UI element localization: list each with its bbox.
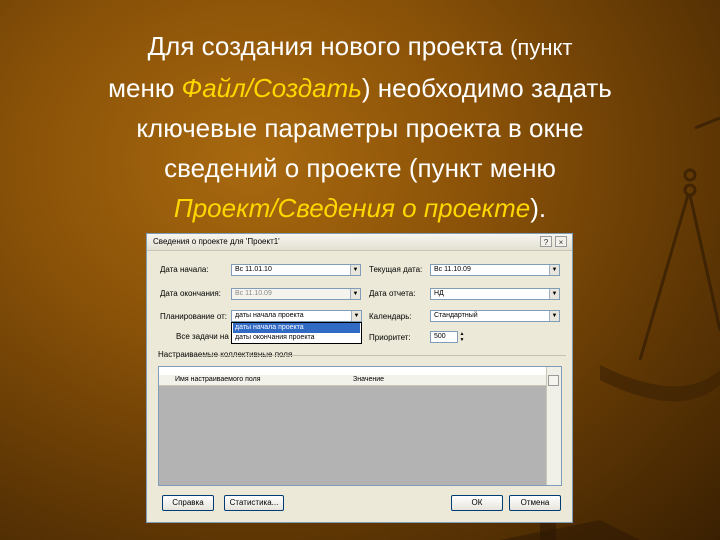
- grid-body[interactable]: [159, 386, 547, 485]
- slide-title: Для создания нового проекта (пункт меню …: [30, 26, 690, 228]
- schedule-from-select[interactable]: даты начала проекта ▼: [231, 310, 362, 322]
- priority-value: 500: [434, 333, 446, 340]
- all-tasks-label: Все задачи на: [176, 332, 229, 341]
- title-line1-main: Для создания нового проекта: [147, 31, 511, 61]
- current-date-field[interactable]: Вс 11.10.09 ▼: [430, 264, 560, 276]
- title-line2-pre: меню: [108, 73, 182, 103]
- ok-button[interactable]: ОК: [451, 495, 503, 511]
- chevron-down-icon[interactable]: ▼: [549, 289, 559, 299]
- chevron-down-icon[interactable]: ▼: [549, 265, 559, 275]
- chevron-down-icon[interactable]: ▼: [351, 311, 361, 321]
- dialog-titlebar: Сведения о проекте для 'Проект1' ? ×: [147, 234, 572, 251]
- finish-date-value: Вс 11.10.09: [235, 290, 272, 297]
- title-line1-small: (пункт: [510, 35, 573, 60]
- chevron-down-icon[interactable]: ▼: [350, 265, 360, 275]
- title-line2-post: ) необходимо задать: [361, 73, 612, 103]
- help-button[interactable]: Справка: [162, 495, 214, 511]
- start-date-value: Вс 11.01.10: [235, 266, 272, 273]
- menu-path-project-info: Проект/Сведения о проекте: [173, 193, 531, 223]
- schedule-from-label: Планирование от:: [160, 312, 227, 321]
- col-value-header: Значение: [353, 376, 385, 383]
- title-line5-post: ).: [530, 193, 547, 223]
- cancel-button[interactable]: Отмена: [509, 495, 561, 511]
- option-finish-date[interactable]: даты окончания проекта: [233, 333, 360, 343]
- status-date-value: НД: [434, 290, 444, 297]
- priority-field[interactable]: 500: [430, 331, 458, 343]
- title-line4: сведений о проекте (пункт меню: [164, 153, 556, 183]
- schedule-from-value: даты начала проекта: [235, 312, 304, 319]
- chevron-down-icon[interactable]: ▼: [350, 289, 360, 299]
- calendar-value: Стандартный: [434, 312, 478, 319]
- finish-date-field[interactable]: Вс 11.10.09 ▼: [231, 288, 361, 300]
- priority-label: Приоритет:: [369, 333, 411, 342]
- chevron-down-icon[interactable]: ▼: [549, 311, 559, 321]
- current-date-label: Текущая дата:: [369, 265, 423, 274]
- finish-date-label: Дата окончания:: [160, 289, 221, 298]
- calendar-label: Календарь:: [369, 312, 412, 321]
- scroll-up-icon[interactable]: [548, 375, 559, 386]
- custom-fields-grid[interactable]: Имя настраиваемого поля Значение: [158, 366, 562, 486]
- dialog-title: Сведения о проекте для 'Проект1': [153, 237, 280, 246]
- menu-path-file-create: Файл/Создать: [181, 73, 362, 103]
- calendar-select[interactable]: Стандартный ▼: [430, 310, 560, 322]
- priority-stepper[interactable]: 500 ▲ ▼: [430, 331, 466, 343]
- grid-header: Имя настраиваемого поля Значение: [159, 375, 547, 386]
- status-date-label: Дата отчета:: [369, 289, 416, 298]
- grid-scrollbar[interactable]: [546, 367, 561, 485]
- start-date-field[interactable]: Вс 11.01.10 ▼: [231, 264, 361, 276]
- statistics-button[interactable]: Статистика...: [224, 495, 284, 511]
- stepper-arrows-icon[interactable]: ▲ ▼: [458, 331, 466, 343]
- schedule-from-options: даты начала проекта даты окончания проек…: [231, 322, 362, 344]
- current-date-value: Вс 11.10.09: [434, 266, 471, 273]
- help-icon[interactable]: ?: [540, 236, 552, 247]
- start-date-label: Дата начала:: [160, 265, 209, 274]
- col-name-header: Имя настраиваемого поля: [175, 376, 261, 383]
- group-divider: [202, 355, 566, 356]
- option-start-date[interactable]: даты начала проекта: [233, 323, 360, 333]
- close-icon[interactable]: ×: [555, 236, 567, 247]
- status-date-field[interactable]: НД ▼: [430, 288, 560, 300]
- title-line3: ключевые параметры проекта в окне: [136, 113, 584, 143]
